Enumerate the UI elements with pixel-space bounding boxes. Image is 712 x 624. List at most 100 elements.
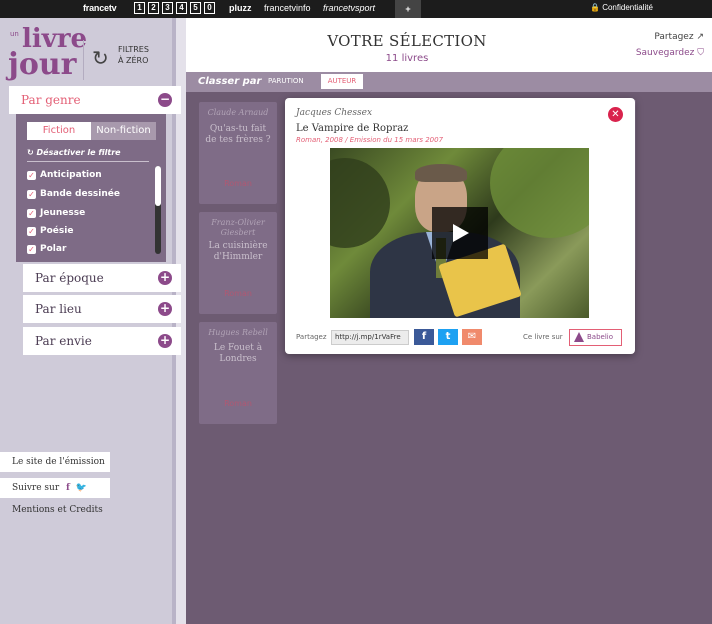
genre-tabs: Fiction Non-fiction	[27, 122, 156, 140]
play-icon	[453, 224, 469, 242]
filter-lieu-label: Par lieu	[35, 302, 82, 316]
babelio-button[interactable]: Babelio	[569, 329, 622, 346]
checkbox-label: Jeunesse	[40, 208, 86, 218]
mentions-link[interactable]: Mentions et Credits	[12, 505, 103, 515]
channel-3-link[interactable]: 3	[162, 2, 173, 14]
checkbox-bande-dessinee[interactable]: ✓ Bande dessinée	[27, 189, 120, 199]
reset-label: FILTRES À ZÉRO	[118, 44, 149, 66]
video-player[interactable]	[330, 148, 589, 318]
refresh-icon: ↻	[92, 46, 109, 70]
external-link-icon: ↗	[696, 32, 704, 42]
collapse-icon[interactable]: −	[158, 93, 172, 107]
francetv-link[interactable]: francetv	[83, 3, 117, 13]
channel-1-link[interactable]: 1	[134, 2, 145, 14]
privacy-link[interactable]: 🔒 Confidentialité	[590, 3, 653, 12]
expand-icon[interactable]: +	[158, 302, 172, 316]
logo-un: un	[10, 30, 19, 38]
checkbox-anticipation[interactable]: ✓ Anticipation	[27, 170, 102, 180]
check-icon: ✓	[27, 171, 36, 180]
babelio-icon	[574, 332, 584, 342]
channel-0-link[interactable]: 0	[204, 2, 215, 14]
reset-label-line-1: FILTRES	[118, 45, 149, 54]
sort-label: Classer par	[198, 76, 262, 87]
channel-5-link[interactable]: 5	[190, 2, 201, 14]
share-button[interactable]: Partagez ↗	[654, 32, 704, 42]
filter-genre-header[interactable]: Par genre −	[9, 86, 181, 114]
reset-filters-button[interactable]: ↻ FILTRES À ZÉRO	[92, 44, 162, 74]
top-bar: francetv 1 2 3 4 5 0 pluzz francetvinfo …	[0, 0, 712, 18]
follow-label: Suivre sur	[12, 483, 60, 493]
tab-fiction[interactable]: Fiction	[27, 122, 91, 140]
follow-row: Suivre sur f 🐦	[0, 478, 110, 498]
babelio-label: Babelio	[587, 333, 614, 341]
channel-list: 1 2 3 4 5 0	[134, 2, 215, 14]
reset-label-line-2: À ZÉRO	[118, 56, 149, 65]
twitter-share-button[interactable]: t	[438, 329, 458, 345]
share-label: Partagez	[654, 32, 694, 42]
deactivate-filter-label: Désactiver le filtre	[36, 148, 121, 157]
filter-genre-label: Par genre	[21, 93, 81, 107]
book-card[interactable]: Hugues Rebell Le Fouet à Londres Roman	[199, 322, 277, 424]
modal-share-label: Partagez	[296, 333, 327, 341]
facebook-icon[interactable]: f	[66, 483, 70, 493]
expand-icon[interactable]: +	[158, 334, 172, 348]
deactivate-filter-button[interactable]: ↻ Désactiver le filtre	[27, 148, 121, 157]
sidebar: un livre jour ↻ FILTRES À ZÉRO Par genre…	[0, 18, 186, 624]
sort-auteur-button[interactable]: AUTEUR	[321, 74, 363, 89]
expand-icon[interactable]: +	[158, 271, 172, 285]
francetvinfo-link[interactable]: francetvinfo	[264, 3, 311, 13]
check-icon: ✓	[27, 245, 36, 254]
channel-2-link[interactable]: 2	[148, 2, 159, 14]
site-link[interactable]: Le site de l'émission	[0, 452, 110, 472]
selection-header: VOTRE SÉLECTION 11 livres Partagez ↗ Sau…	[186, 18, 712, 72]
divider	[83, 40, 84, 80]
tab-non-fiction[interactable]: Non-fiction	[91, 122, 156, 140]
filter-epoque-header[interactable]: Par époque +	[23, 264, 181, 292]
book-title: Qu'as-tu fait de tes frères ?	[205, 124, 271, 145]
video-frame-hair	[415, 164, 467, 182]
buy-label: Ce livre sur	[523, 333, 563, 341]
twitter-icon[interactable]: 🐦	[76, 483, 87, 493]
sort-bar: Classer par PARUTION AUTEUR	[186, 72, 712, 92]
francetvsport-link[interactable]: francetvsport	[323, 3, 375, 13]
book-genre: Roman	[224, 179, 252, 188]
book-genre: Roman	[224, 289, 252, 298]
book-card[interactable]: Franz-Olivier Giesbert La cuisinière d'H…	[199, 212, 277, 314]
check-icon: ✓	[27, 209, 36, 218]
filter-epoque-label: Par époque	[35, 271, 104, 285]
facebook-share-button[interactable]: f	[414, 329, 434, 345]
book-author: Hugues Rebell	[208, 328, 268, 337]
scrollbar-thumb[interactable]	[155, 166, 161, 206]
checkbox-polar[interactable]: ✓ Polar	[27, 244, 66, 254]
save-label: Sauvegardez	[635, 48, 695, 58]
privacy-label: Confidentialité	[602, 3, 653, 12]
scrollbar[interactable]	[155, 166, 161, 254]
modal-title: Le Vampire de Ropraz	[296, 123, 409, 134]
filter-lieu-header[interactable]: Par lieu +	[23, 295, 181, 323]
checkbox-label: Polar	[40, 244, 67, 254]
checkbox-poesie[interactable]: ✓ Poésie	[27, 226, 73, 236]
book-author: Franz-Olivier Giesbert	[211, 218, 265, 237]
save-button[interactable]: Sauvegardez ⛉	[636, 48, 704, 58]
play-button[interactable]	[432, 207, 488, 259]
check-icon: ✓	[27, 227, 36, 236]
mail-share-button[interactable]: ✉	[462, 329, 482, 345]
book-count: 11 livres	[385, 53, 429, 64]
pluzz-link[interactable]: pluzz	[229, 3, 252, 13]
book-author: Claude Arnaud	[207, 108, 269, 117]
book-genre: Roman	[224, 399, 252, 408]
book-detail-modal: Jacques Chessex Le Vampire de Ropraz Rom…	[285, 98, 635, 354]
channel-4-link[interactable]: 4	[176, 2, 187, 14]
share-url-field[interactable]: http://j.mp/1rVaFre	[331, 330, 409, 345]
filter-envie-header[interactable]: Par envie +	[23, 327, 181, 355]
checkbox-jeunesse[interactable]: ✓ Jeunesse	[27, 208, 85, 218]
close-icon[interactable]: ✕	[608, 107, 623, 122]
filter-envie-label: Par envie	[35, 334, 92, 348]
book-card[interactable]: Claude Arnaud Qu'as-tu fait de tes frère…	[199, 102, 277, 204]
sort-parution-button[interactable]: PARUTION	[268, 77, 304, 85]
modal-meta: Roman, 2008 / Emission du 15 mars 2007	[296, 136, 444, 144]
check-icon: ✓	[27, 190, 36, 199]
more-button[interactable]: +	[395, 0, 421, 18]
logo[interactable]: un livre jour	[8, 26, 87, 82]
book-title: La cuisinière d'Himmler	[208, 241, 268, 262]
